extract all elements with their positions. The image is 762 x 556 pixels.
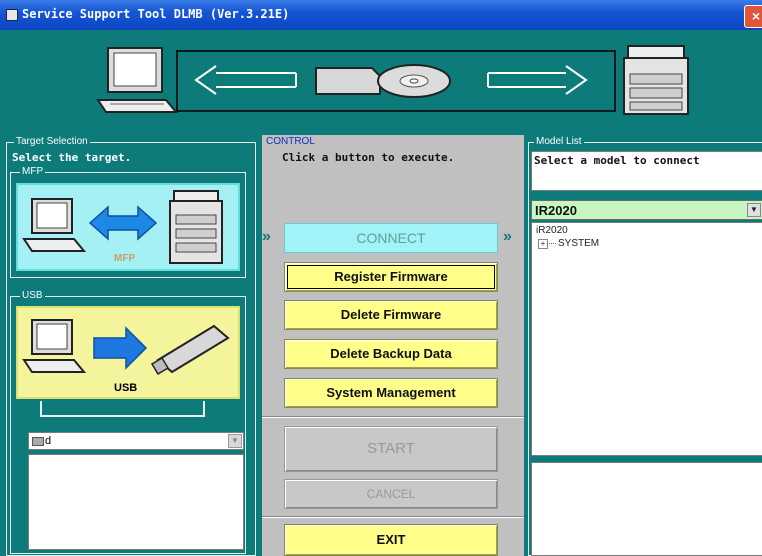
left-chevron-icon: » — [262, 228, 271, 245]
model-tree[interactable]: iR2020 + SYSTEM — [531, 222, 762, 456]
drive-list[interactable] — [28, 454, 244, 550]
printer-icon — [169, 190, 223, 264]
app-window: Service Support Tool DLMB (Ver.3.21E) × — [0, 0, 762, 556]
connector-line — [40, 401, 205, 417]
window-title: Service Support Tool DLMB (Ver.3.21E) — [22, 7, 290, 21]
selected-model: IR2020 — [535, 203, 577, 218]
expand-icon[interactable]: + — [538, 239, 548, 249]
laptop-icon — [22, 198, 87, 252]
drive-icon — [32, 437, 44, 446]
model-instruction: Select a model to connect — [534, 154, 700, 167]
model-select[interactable]: IR2020 ▼ — [531, 200, 762, 220]
dropdown-arrow-icon[interactable]: ▼ — [228, 434, 242, 448]
right-arrow-icon — [93, 326, 148, 370]
close-button[interactable]: × — [744, 5, 762, 28]
dropdown-arrow-icon[interactable]: ▼ — [747, 203, 761, 217]
cancel-button[interactable]: CANCEL — [284, 479, 498, 509]
mfp-caption: MFP — [114, 253, 136, 264]
connect-button[interactable]: CONNECT — [284, 223, 498, 253]
usb-group-label: USB — [20, 290, 45, 301]
control-divider-bottom — [262, 516, 524, 518]
right-chevron-icon: » — [503, 228, 512, 245]
mfp-target-option[interactable]: MFP — [16, 183, 240, 271]
banner-frame — [176, 50, 616, 112]
model-instruction-box: Select a model to connect — [531, 151, 762, 191]
control-divider — [262, 416, 524, 418]
laptop-icon — [96, 47, 179, 113]
target-selection-label: Target Selection — [14, 136, 90, 147]
register-firmware-button[interactable]: Register Firmware — [284, 262, 498, 292]
start-button[interactable]: START — [284, 426, 498, 472]
target-instruction: Select the target. — [12, 151, 132, 164]
drive-select[interactable]: d ▼ — [28, 432, 244, 450]
printer-icon — [623, 45, 689, 115]
usb-target-option[interactable]: USB — [16, 306, 240, 399]
control-label: CONTROL — [266, 136, 315, 147]
header-banner — [10, 34, 756, 126]
delete-backup-data-button[interactable]: Delete Backup Data — [284, 339, 498, 369]
system-management-button[interactable]: System Management — [284, 378, 498, 408]
laptop-icon — [22, 319, 87, 373]
tree-child-item[interactable]: SYSTEM — [558, 238, 599, 249]
mfp-group-label: MFP — [20, 166, 46, 177]
title-bar: Service Support Tool DLMB (Ver.3.21E) × — [0, 0, 762, 30]
double-arrow-icon — [88, 205, 158, 241]
usb-drive-icon — [150, 324, 230, 376]
model-list-label: Model List — [534, 136, 584, 147]
exit-button[interactable]: EXIT — [284, 524, 498, 556]
delete-firmware-button[interactable]: Delete Firmware — [284, 300, 498, 330]
tree-root-item[interactable]: iR2020 — [536, 225, 568, 236]
control-instruction: Click a button to execute. — [282, 151, 455, 164]
usb-caption: USB — [114, 382, 138, 394]
model-detail-panel — [531, 462, 762, 556]
tree-connector — [547, 243, 556, 244]
app-icon — [6, 9, 18, 21]
drive-value: d — [45, 435, 52, 447]
